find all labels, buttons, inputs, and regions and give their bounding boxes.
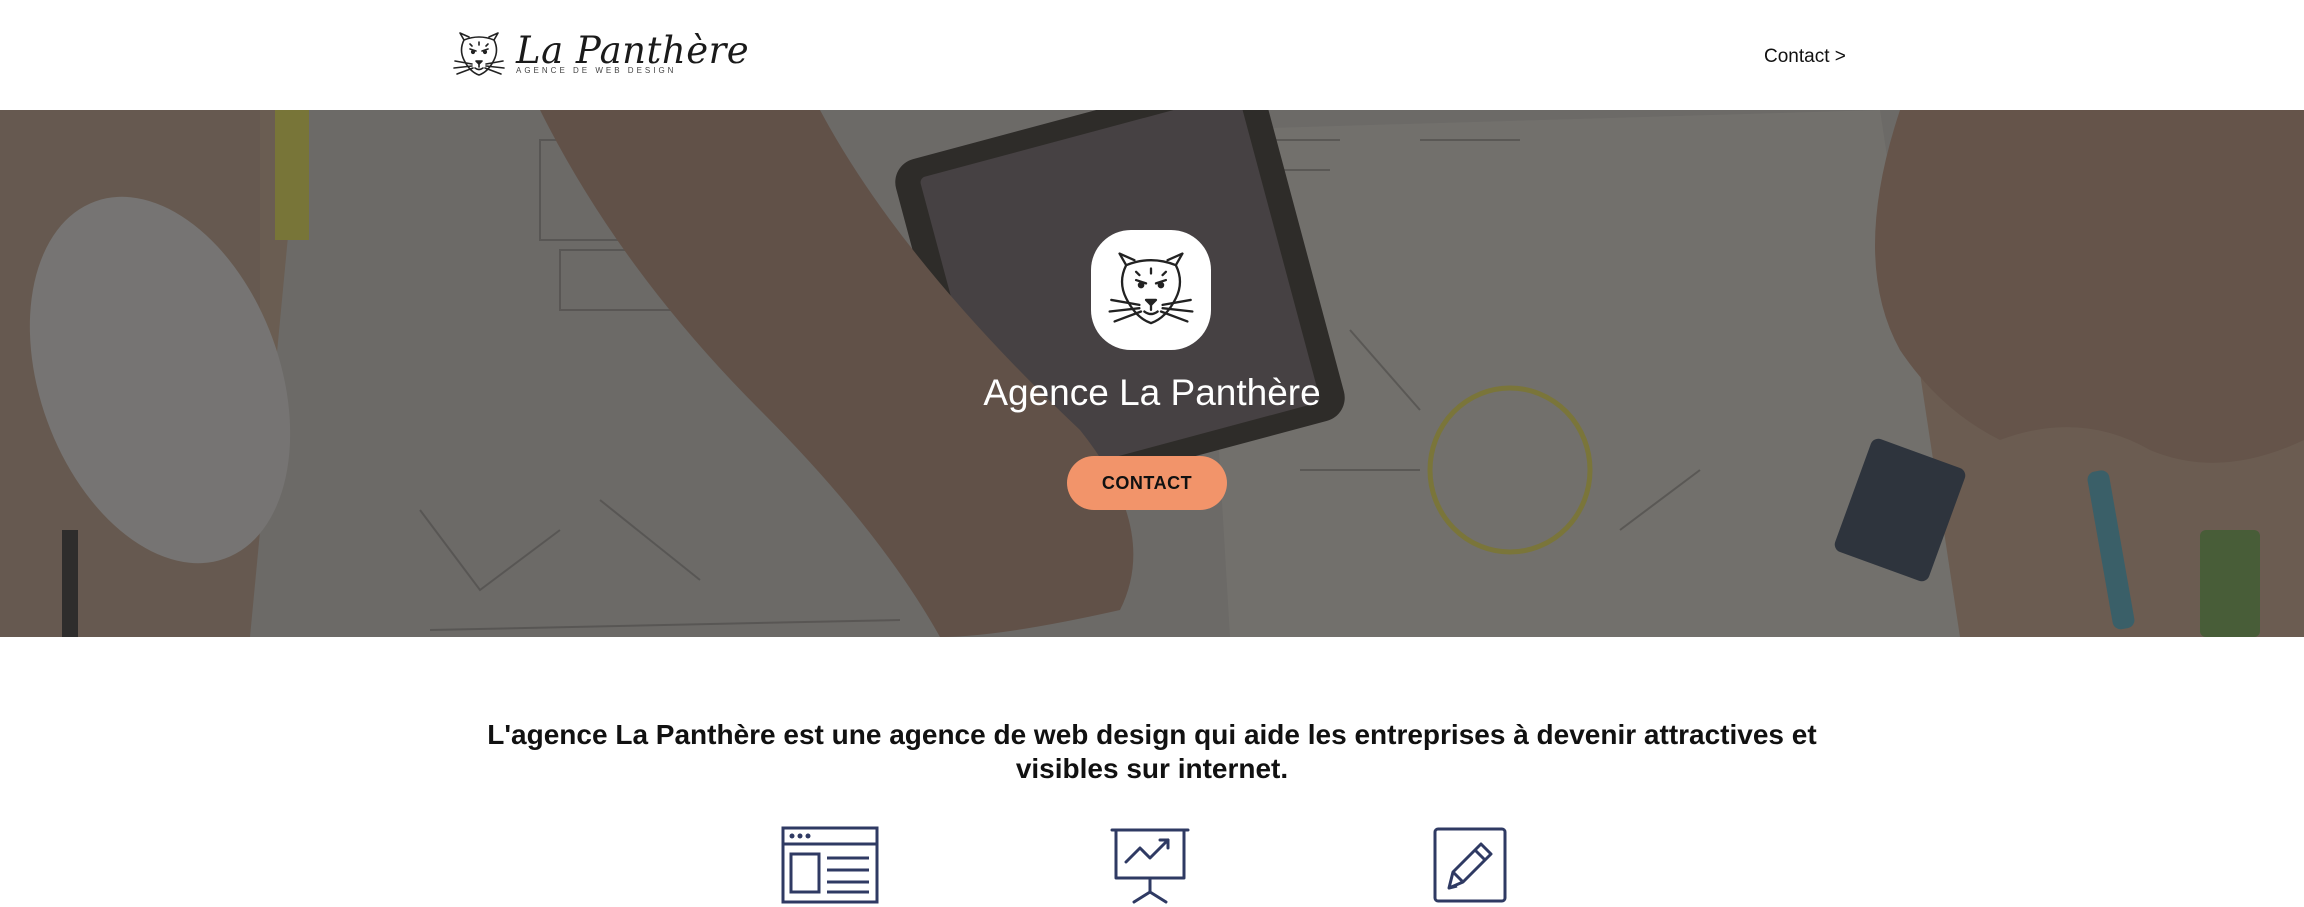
hero-logo-badge	[1091, 230, 1211, 350]
logo-text: La Panthère Agence de web design	[516, 31, 749, 79]
site-header: La Panthère Agence de web design Contact…	[0, 0, 2304, 110]
panther-logo-icon	[1108, 252, 1194, 325]
logo-name: La Panthère	[516, 29, 750, 72]
hero-section: Agence La Panthère CONTACT	[0, 110, 2304, 637]
agency-intro-text: L'agence La Panthère est une agence de w…	[487, 719, 1817, 784]
pencil-edit-icon	[1433, 826, 1507, 904]
panther-logo-icon	[453, 32, 505, 76]
logo-tagline: Agence de web design	[516, 66, 677, 75]
hero-title: Agence La Panthère	[983, 372, 1321, 413]
contact-button[interactable]: CONTACT	[1067, 456, 1227, 510]
web-layout-icon	[781, 826, 879, 904]
site-logo[interactable]: La Panthère Agence de web design	[450, 30, 749, 80]
nav-contact-link[interactable]: Contact >	[1764, 46, 1846, 68]
presentation-chart-icon	[1110, 826, 1190, 904]
